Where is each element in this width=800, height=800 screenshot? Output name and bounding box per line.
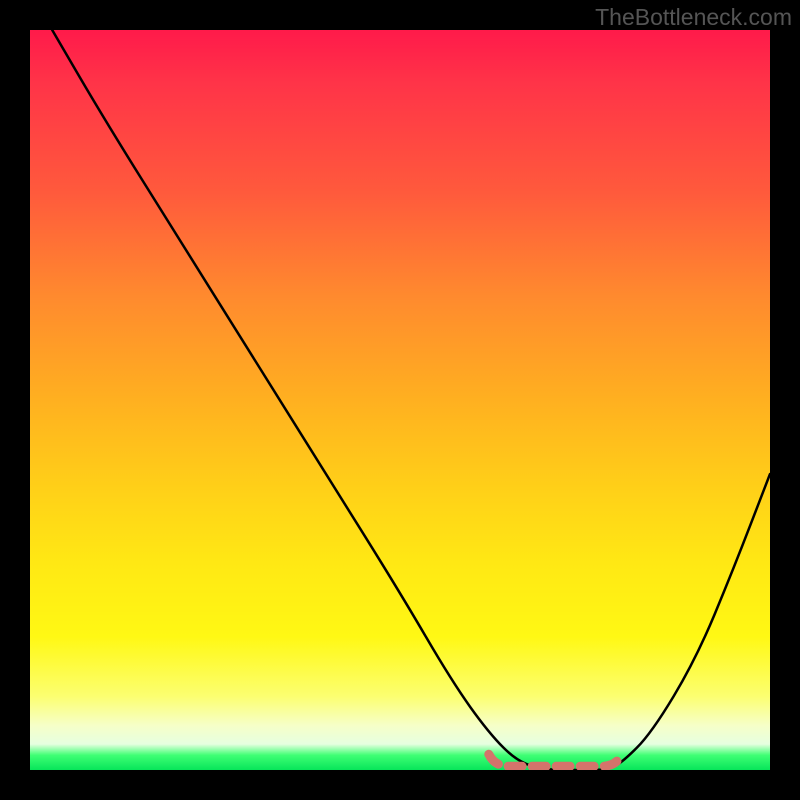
chart-container: TheBottleneck.com bbox=[0, 0, 800, 800]
curve-svg bbox=[30, 30, 770, 770]
optimal-range-marker bbox=[489, 754, 622, 766]
watermark-text: TheBottleneck.com bbox=[595, 4, 792, 31]
plot-area bbox=[30, 30, 770, 770]
bottleneck-curve bbox=[52, 30, 770, 770]
